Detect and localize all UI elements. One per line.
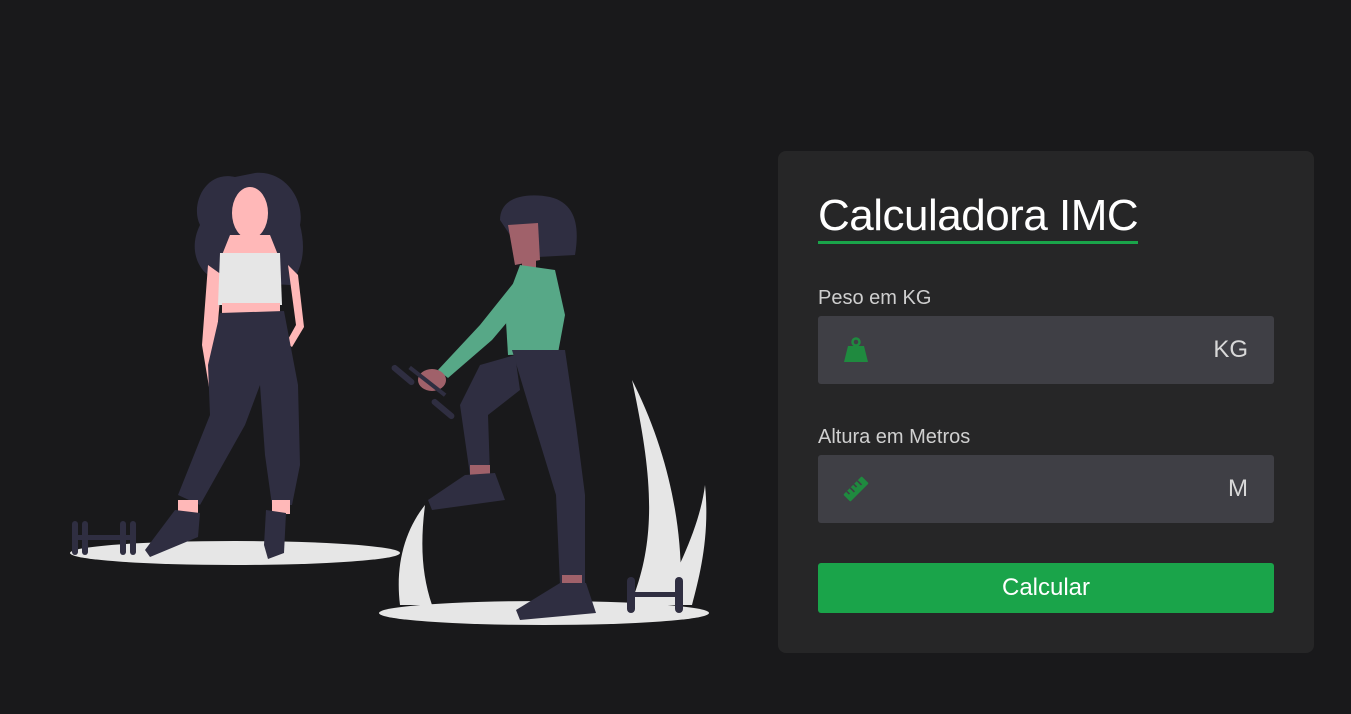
weight-unit: KG — [1213, 336, 1248, 363]
page: Calculadora IMC Peso em KG KG Altura em … — [0, 0, 1351, 714]
weight-field[interactable]: KG — [818, 316, 1274, 386]
ruler-icon — [843, 476, 869, 502]
weight-label: Peso em KG — [818, 287, 932, 309]
grass-leaf — [630, 380, 681, 605]
height-unit: M — [1228, 475, 1248, 502]
page-title: Calculadora IMC — [818, 191, 1139, 244]
calculate-button[interactable]: Calcular — [818, 563, 1274, 613]
weight-input[interactable] — [882, 316, 1186, 386]
woman-standing — [145, 172, 304, 559]
height-label: Altura em Metros — [818, 426, 971, 448]
height-field[interactable]: M — [818, 455, 1274, 525]
fitness-illustration — [70, 172, 709, 625]
weight-icon — [844, 337, 868, 362]
height-input[interactable] — [882, 455, 1186, 525]
grass-leaf — [398, 505, 432, 605]
bmi-calculator-card: Calculadora IMC Peso em KG KG Altura em … — [778, 151, 1314, 653]
ground-shadow-left — [70, 541, 400, 565]
